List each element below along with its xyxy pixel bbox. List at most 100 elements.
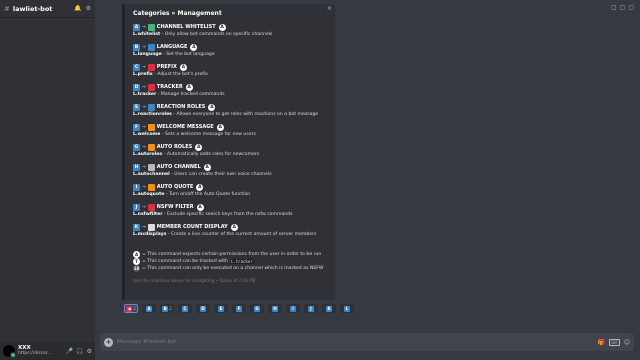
toolbar-icon-3[interactable]: ▢ [628,4,634,11]
headphones-icon[interactable]: 🎧 [76,348,83,355]
user-panel: XXX https://discor... 🎤 🎧 ⚙ [0,342,95,360]
reaction-button[interactable]: C [178,304,192,313]
command-name: L.reactionroles [133,112,172,117]
mic-icon[interactable]: 🎤 [66,348,73,355]
reaction-emoji-icon: K [326,305,332,312]
reaction-emoji-icon: ◀ [126,305,133,312]
reaction-button[interactable]: I [286,304,300,313]
command-desc: - Users can create their own voice chann… [169,172,272,177]
letter-badge: E [133,103,140,111]
section-title: PREFIX [156,64,177,70]
embed-section: J → NSFW FILTER A L.nsfwfilter - Exclude… [133,203,328,217]
section-header: A → CHANNEL WHITELIST A [133,23,328,31]
embed-section: D → TRACKER A L.tracker - Manage tracked… [133,83,328,97]
reaction-button[interactable]: L [340,304,354,313]
arrow-icon: → [142,184,146,190]
command-name: L.nsfwfilter [133,212,163,217]
section-title: AUTO QUOTE [156,184,194,190]
arrow-icon: → [142,64,146,70]
discord-window: # lawliet-bot 🔔 ⚙ XXX https://discor... … [0,0,640,360]
section-header: H → AUTO CHANNEL A [133,163,328,171]
section-description: L.autoquote - Turn on/off the Auto Quote… [133,192,328,197]
reaction-button[interactable]: G [250,304,264,313]
section-title: LANGUAGE [156,44,188,50]
section-header: G → AUTO ROLES A [133,143,328,151]
reaction-emoji-icon: L [344,305,350,312]
channel-sidebar: # lawliet-bot 🔔 ⚙ XXX https://discor... … [0,0,95,360]
emoji-icon[interactable]: ☺ [624,339,630,346]
reaction-count: 2 [133,306,136,311]
command-desc: - Only allow bot commands on specific ch… [160,32,273,37]
section-title: TRACKER [156,84,183,90]
command-desc: - Create a live counter of the current a… [166,232,317,237]
category-emoji-icon [147,23,155,31]
bot-embed: × Categories » Management A → CHANNEL WH… [122,4,335,300]
section-description: L.prefix - Adjust the bot's prefix [133,72,328,77]
letter-badge: F [133,123,140,131]
letter-badge: K [133,223,140,231]
permission-badge-icon: A [218,23,226,31]
reaction-button[interactable]: J [304,304,318,313]
arrow-icon: → [142,124,146,130]
reaction-button[interactable]: D [196,304,210,313]
category-emoji-icon [147,203,155,211]
user-status: https://discor... [18,350,52,356]
reaction-button[interactable]: F [232,304,246,313]
legend-text: = This command can be tracked with [142,259,228,264]
reaction-emoji-icon: C [182,305,188,312]
embed-section: G → AUTO ROLES A L.autoroles - Automatic… [133,143,328,157]
channel-header[interactable]: # lawliet-bot 🔔 ⚙ [0,0,95,18]
toolbar-icon-1[interactable]: ▢ [611,4,617,11]
section-description: L.autoroles - Automatically adds roles f… [133,152,328,157]
reaction-button[interactable]: B2 [160,304,174,313]
arrow-icon: → [142,144,146,150]
permission-badge-icon: A [196,203,204,211]
hash-icon: # [4,4,10,13]
reaction-emoji-icon: A [146,305,152,312]
reaction-emoji-icon: D [200,305,206,312]
close-icon[interactable]: × [327,5,332,12]
channel-name[interactable]: lawliet-bot [13,5,74,13]
bell-icon[interactable]: 🔔 [74,5,81,12]
letter-badge: J [133,203,140,211]
command-name: L.welcome [133,132,161,137]
message-input[interactable] [117,339,594,345]
reaction-button[interactable]: ◀ 2 [124,304,138,313]
top-toolbar: ▢ ▢ ▢ [611,4,634,11]
gift-icon[interactable]: 🎁 [598,339,605,346]
permission-badge-icon: A [190,43,198,51]
legend-badge-icon: A [133,251,140,258]
embed-section: A → CHANNEL WHITELIST A L.whitelist - On… [133,23,328,37]
reaction-button[interactable]: H [268,304,282,313]
category-emoji-icon [147,183,155,191]
section-header: C → PREFIX A [133,63,328,71]
avatar[interactable] [3,345,16,358]
reaction-button[interactable]: E [214,304,228,313]
attach-plus-icon[interactable]: + [104,337,113,347]
command-desc: - Manage tracked commands [156,92,225,97]
letter-badge: H [133,163,140,171]
arrow-icon: → [142,164,146,170]
legend-code: L.tracker [229,259,254,264]
reaction-button[interactable]: K [322,304,336,313]
embed-section: I → AUTO QUOTE A L.autoquote - Turn on/o… [133,183,328,197]
arrow-icon: → [142,84,146,90]
section-title: CHANNEL WHITELIST [156,24,216,30]
gif-icon[interactable]: GIF [609,338,620,346]
category-emoji-icon [147,83,155,91]
command-desc: - Set the bot language [161,52,215,57]
toolbar-icon-2[interactable]: ▢ [620,4,626,11]
reaction-emoji-icon: G [254,305,260,312]
section-title: AUTO CHANNEL [156,164,201,170]
permission-badge-icon: A [185,83,193,91]
gear-icon[interactable]: ⚙ [86,5,91,12]
reaction-button[interactable]: A [142,304,156,313]
section-description: L.welcome - Sets a welcome message for n… [133,132,328,137]
command-desc: - Sets a welcome message for new users [160,132,256,137]
section-description: L.nsfwfilter - Exclude specific search k… [133,212,328,217]
settings-gear-icon[interactable]: ⚙ [87,348,92,355]
embed-footer: Use the reactions above for navigating •… [133,278,256,283]
command-name: L.autoroles [133,152,163,157]
command-name: L.mcdisplays [133,232,167,237]
letter-badge: G [133,143,140,151]
